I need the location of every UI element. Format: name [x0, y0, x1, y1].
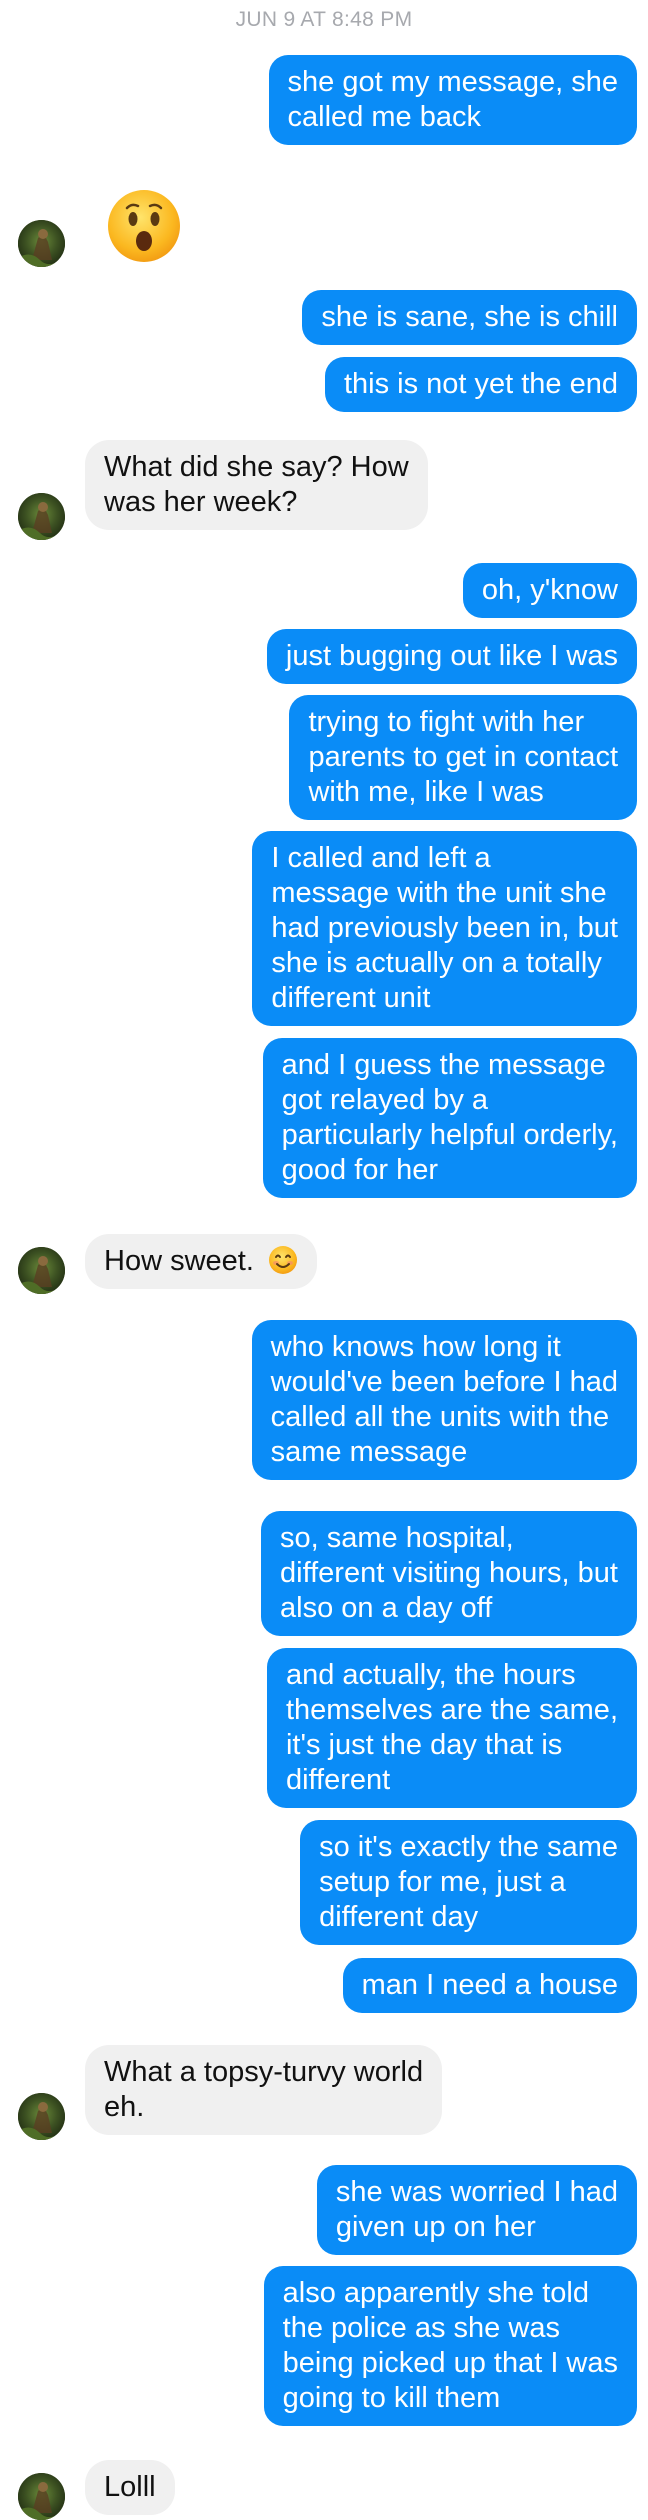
message-text: parents to get in contact [308, 741, 618, 773]
message-outgoing[interactable]: she is sane, she is chill [302, 290, 637, 345]
message-text: and I guess the message [281, 1049, 606, 1081]
contact-avatar[interactable] [18, 1247, 65, 1294]
message-text: just bugging out like I was [285, 640, 618, 672]
message-text: so, same hospital, [280, 1522, 514, 1554]
conversation-thread: JUN 9 AT 8:48 PM she got my message, she… [0, 0, 648, 2520]
message-outgoing[interactable]: just bugging out like I was [266, 629, 637, 684]
message-text: would've been before I had [270, 1366, 618, 1398]
message-line: How sweet. [104, 1244, 298, 1279]
message-outgoing[interactable]: I called and left a message with the uni… [252, 831, 637, 1026]
message-text: oh, y'know [481, 574, 618, 606]
message-outgoing[interactable]: and actually, the hours themselves are t… [266, 1648, 637, 1808]
contact-avatar[interactable] [18, 220, 65, 267]
message-text: was her week? [104, 486, 298, 518]
message-text: Lolll [104, 2471, 156, 2503]
message-text: the police as she was [282, 2312, 560, 2344]
message-text: with me, like I was [308, 776, 544, 808]
message-outgoing[interactable]: so, same hospital, different visiting ho… [261, 1511, 637, 1636]
message-text: she got my message, she [287, 66, 618, 98]
message-text: good for her [281, 1154, 439, 1186]
message-text: I called and left a [271, 842, 491, 874]
surprised-face-emoji[interactable] [106, 188, 182, 264]
message-text: man I need a house [361, 1969, 618, 2001]
message-text: she is actually on a totally [271, 947, 602, 979]
message-outgoing[interactable]: she was worried I had given up on her [316, 2165, 637, 2255]
message-text: What did she say? How [104, 451, 409, 483]
message-text: setup for me, just a [319, 1866, 566, 1898]
contact-avatar[interactable] [18, 2093, 65, 2140]
message-outgoing[interactable]: so it's exactly the same setup for me, j… [300, 1820, 637, 1945]
message-incoming[interactable]: Lolll [85, 2460, 175, 2515]
message-outgoing[interactable]: man I need a house [342, 1958, 637, 2013]
contact-avatar[interactable] [18, 2473, 65, 2520]
smiling-face-emoji [268, 1246, 297, 1274]
message-text: and actually, the hours [285, 1659, 576, 1691]
message-text: also apparently she told [282, 2277, 589, 2309]
message-text: particularly helpful orderly, [281, 1119, 618, 1151]
message-text: she is sane, she is chill [321, 301, 618, 333]
message-outgoing[interactable]: who knows how long it would've been befo… [251, 1320, 637, 1480]
message-incoming[interactable]: What did she say? How was her week? [85, 440, 428, 530]
message-text: different [285, 1764, 391, 1796]
message-text: trying to fight with her [308, 706, 585, 738]
message-text: she was worried I had [335, 2176, 618, 2208]
message-text: being picked up that I was [282, 2347, 618, 2379]
message-text: got relayed by a [281, 1084, 489, 1116]
message-text: How sweet. [104, 1245, 254, 1277]
message-text: message with the unit she [271, 877, 607, 909]
message-text: called me back [287, 101, 481, 133]
message-text: going to kill them [282, 2382, 501, 2414]
contact-avatar[interactable] [18, 493, 65, 540]
message-text: given up on her [335, 2211, 536, 2243]
message-text: eh. [104, 2091, 145, 2123]
message-outgoing[interactable]: this is not yet the end [324, 357, 637, 412]
message-text: different unit [271, 982, 431, 1014]
message-text: called all the units with the [270, 1401, 610, 1433]
message-text: it's just the day that is [285, 1729, 563, 1761]
message-outgoing[interactable]: and I guess the message got relayed by a… [262, 1038, 637, 1198]
message-text: different visiting hours, but [280, 1557, 618, 1589]
message-text: this is not yet the end [343, 368, 618, 400]
message-outgoing[interactable]: she got my message, she called me back [268, 55, 637, 145]
message-outgoing[interactable]: trying to fight with her parents to get … [289, 695, 637, 820]
message-text: same message [270, 1436, 468, 1468]
message-outgoing[interactable]: oh, y'know [462, 563, 637, 618]
message-text: different day [319, 1901, 479, 1933]
message-text: had previously been in, but [271, 912, 618, 944]
message-outgoing[interactable]: also apparently she told the police as s… [263, 2266, 637, 2426]
message-incoming[interactable]: What a topsy-turvy world eh. [85, 2045, 443, 2135]
timestamp: JUN 9 AT 8:48 PM [235, 8, 413, 31]
message-text: so it's exactly the same [319, 1831, 618, 1863]
message-text: themselves are the same, [285, 1694, 618, 1726]
message-text: What a topsy-turvy world [104, 2056, 424, 2088]
message-incoming[interactable]: How sweet. [85, 1234, 317, 1289]
message-text: also on a day off [280, 1592, 493, 1624]
message-text: who knows how long it [270, 1331, 561, 1363]
